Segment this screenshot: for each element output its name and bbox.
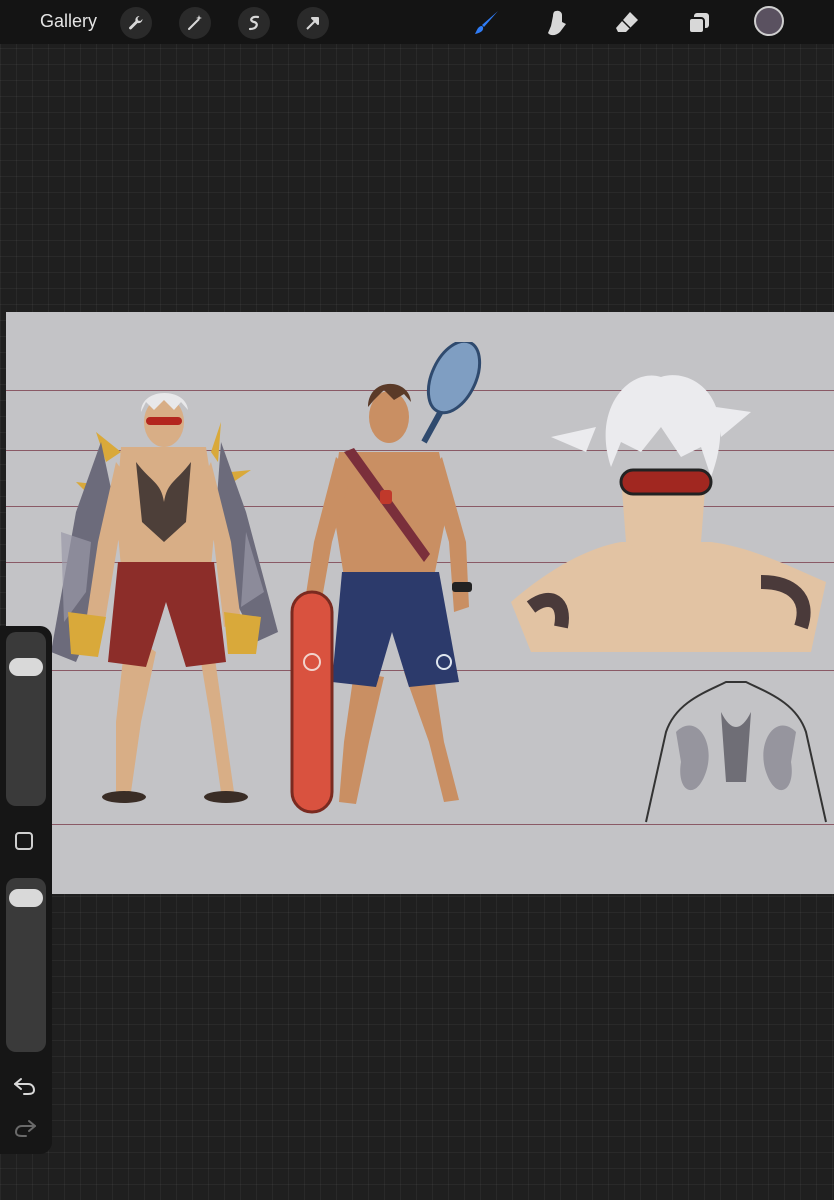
undo-icon[interactable] xyxy=(12,1076,38,1096)
wrench-icon[interactable] xyxy=(120,7,152,39)
top-toolbar: Gallery xyxy=(0,0,834,44)
eraser-icon[interactable] xyxy=(610,6,644,40)
opacity-thumb[interactable] xyxy=(9,888,43,907)
redo-icon[interactable] xyxy=(12,1118,38,1138)
brush-size-slider[interactable] xyxy=(6,632,46,806)
layers-icon[interactable] xyxy=(682,6,716,40)
magic-wand-icon[interactable] xyxy=(179,7,211,39)
selection-icon[interactable] xyxy=(238,7,270,39)
drawing-canvas[interactable] xyxy=(6,312,834,894)
lifeguard-figure xyxy=(290,342,482,814)
tattoo-sketch xyxy=(645,681,827,823)
portrait-bust xyxy=(511,375,826,652)
white-haired-man-figure xyxy=(51,392,278,803)
smudge-icon[interactable] xyxy=(540,6,574,40)
color-swatch[interactable] xyxy=(754,6,784,36)
brush-size-thumb[interactable] xyxy=(9,657,43,676)
opacity-slider[interactable] xyxy=(6,878,46,1052)
brush-icon[interactable] xyxy=(470,6,504,40)
transform-arrow-icon[interactable] xyxy=(297,7,329,39)
gallery-button[interactable]: Gallery xyxy=(40,11,97,32)
modifier-button[interactable] xyxy=(15,832,33,850)
sidebar xyxy=(0,626,52,1154)
